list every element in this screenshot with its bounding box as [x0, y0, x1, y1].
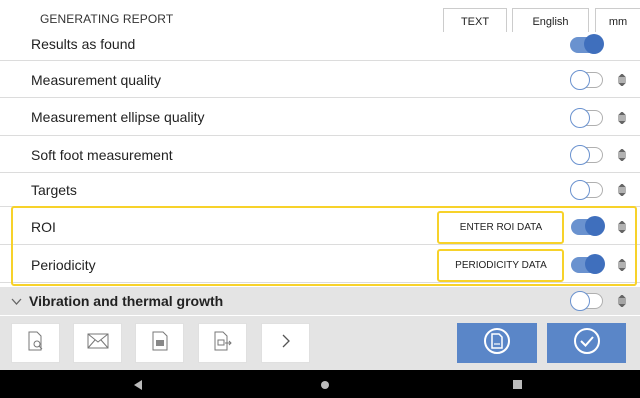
generate-pdf-button[interactable] — [457, 323, 537, 363]
measurement-quality-toggle[interactable] — [570, 70, 603, 90]
vibration-group-row[interactable]: Vibration and thermal growth — [0, 287, 640, 315]
row-label: Periodicity — [31, 257, 96, 273]
row-label: Targets — [31, 182, 77, 198]
row-measurement-ellipse-quality: Measurement ellipse quality — [0, 98, 640, 136]
drag-handle-icon[interactable] — [617, 149, 627, 161]
document-icon — [152, 331, 168, 356]
toggle-knob — [585, 216, 605, 236]
email-icon — [87, 333, 109, 354]
drag-handle-icon[interactable] — [617, 221, 627, 233]
chevron-right-icon — [282, 334, 290, 353]
document-button[interactable] — [135, 323, 184, 363]
drag-handle-icon[interactable] — [617, 74, 627, 86]
row-label: Results as found — [31, 36, 136, 52]
row-periodicity: Periodicity PERIODICITY DATA — [0, 245, 640, 283]
row-targets: Targets — [0, 173, 640, 207]
periodicity-data-button[interactable]: PERIODICITY DATA — [441, 251, 561, 279]
preview-report-icon — [27, 331, 45, 356]
enter-roi-data-button[interactable]: ENTER ROI DATA — [441, 213, 561, 241]
nav-recent-icon[interactable] — [513, 380, 522, 389]
toggle-knob — [570, 145, 590, 165]
row-soft-foot-measurement: Soft foot measurement — [0, 136, 640, 173]
system-nav-bar — [0, 370, 640, 398]
row-label: Measurement quality — [31, 72, 161, 88]
drag-handle-icon[interactable] — [617, 184, 627, 196]
page-title: GENERATING REPORT — [40, 12, 174, 26]
chevron-down-icon — [11, 294, 22, 312]
more-button[interactable] — [261, 323, 310, 363]
toggle-knob — [570, 70, 590, 90]
drag-handle-icon[interactable] — [617, 295, 627, 307]
row-label: ROI — [31, 219, 56, 235]
text-button[interactable]: TEXT — [443, 8, 507, 35]
export-button[interactable] — [198, 323, 247, 363]
toggle-knob — [570, 291, 590, 311]
toggle-knob — [570, 108, 590, 128]
periodicity-toggle[interactable] — [571, 254, 605, 274]
toggle-knob — [570, 180, 590, 200]
row-label: Measurement ellipse quality — [31, 109, 205, 125]
row-results-as-found: Results as found — [0, 32, 640, 61]
language-select[interactable]: English — [512, 8, 589, 35]
confirm-button[interactable] — [547, 323, 626, 363]
drag-handle-icon[interactable] — [617, 259, 627, 271]
measurement-ellipse-quality-toggle[interactable] — [570, 108, 603, 128]
group-label: Vibration and thermal growth — [29, 293, 224, 309]
unit-select[interactable]: mm — [595, 8, 640, 35]
report-header: GENERATING REPORT TEXT English mm — [0, 0, 640, 35]
vibration-toggle[interactable] — [570, 291, 603, 311]
export-icon — [213, 331, 233, 356]
preview-report-button[interactable] — [11, 323, 60, 363]
email-button[interactable] — [73, 323, 122, 363]
row-roi: ROI ENTER ROI DATA — [0, 207, 640, 245]
soft-foot-measurement-toggle[interactable] — [570, 145, 603, 165]
checkmark-icon — [573, 327, 601, 360]
results-as-found-toggle[interactable] — [570, 34, 604, 54]
pdf-icon — [483, 327, 511, 360]
toggle-knob — [585, 254, 605, 274]
nav-home-icon[interactable] — [321, 381, 329, 389]
nav-back-icon[interactable] — [133, 378, 143, 396]
targets-toggle[interactable] — [570, 180, 603, 200]
roi-toggle[interactable] — [571, 216, 605, 236]
row-label: Soft foot measurement — [31, 147, 173, 163]
drag-handle-icon[interactable] — [617, 112, 627, 124]
row-measurement-quality: Measurement quality — [0, 61, 640, 98]
toggle-knob — [584, 34, 604, 54]
